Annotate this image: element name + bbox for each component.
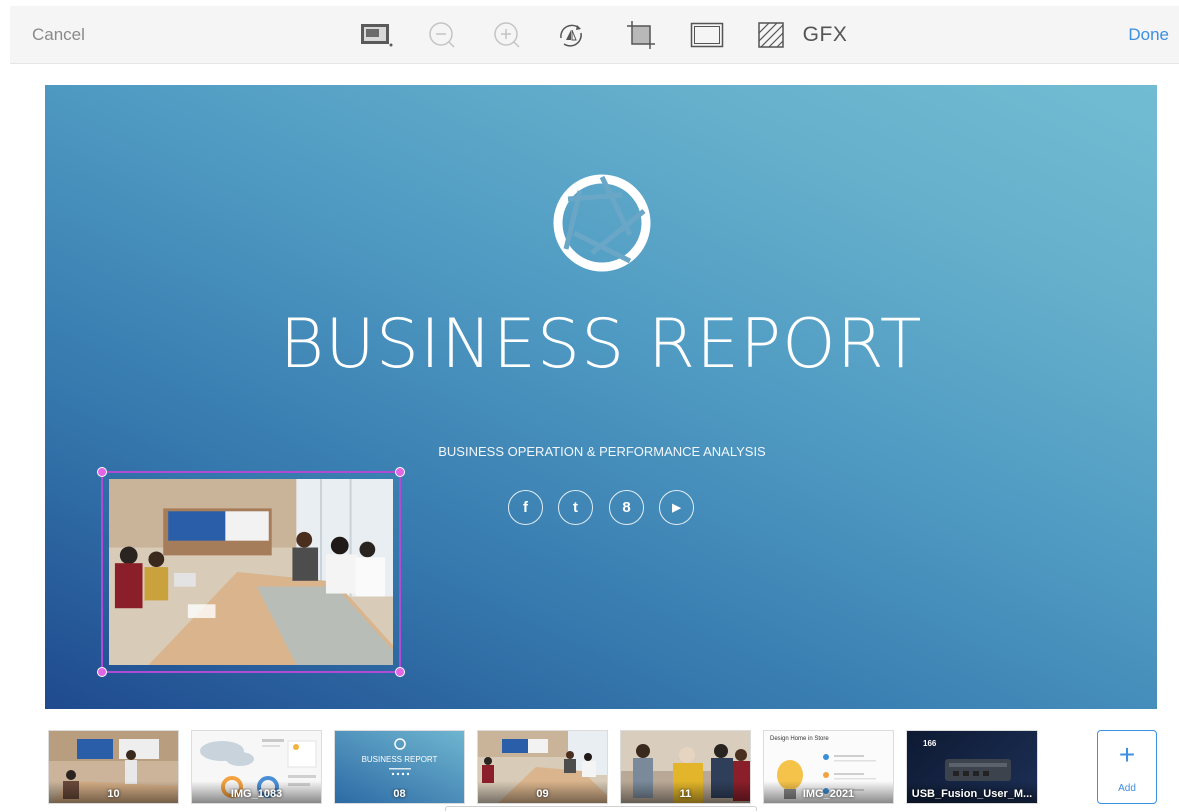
thumbnail-label: IMG_1083 <box>230 788 283 800</box>
slide-layout-icon[interactable] <box>360 18 394 52</box>
thumbnail-11[interactable]: 11 <box>620 730 751 804</box>
thumbnail-img-1083[interactable]: IMG_1083 <box>191 730 322 804</box>
twitter-icon[interactable]: t <box>558 490 593 525</box>
thumbnail-label: 09 <box>536 788 549 800</box>
thumbnail-label: USB_Fusion_User_M... <box>911 788 1033 800</box>
youtube-icon[interactable]: ▶ <box>659 490 694 525</box>
report-logo-icon <box>553 174 651 272</box>
resize-handle-top-right[interactable] <box>395 467 405 477</box>
thumbnail-stat-number: 166 <box>923 739 937 748</box>
done-button[interactable]: Done <box>1128 25 1169 45</box>
fill-pattern-icon[interactable] <box>754 18 788 52</box>
thumbnail-09[interactable]: 09 <box>477 730 608 804</box>
zoom-out-icon[interactable] <box>425 18 459 52</box>
add-label: Add <box>1118 783 1136 794</box>
resize-handle-bottom-right[interactable] <box>395 667 405 677</box>
meeting-photo[interactable] <box>109 479 393 665</box>
thumbnail-label: IMG_2021 <box>802 788 855 800</box>
top-toolbar: Cancel GFX Done <box>10 6 1179 64</box>
thumbnail-img-2021[interactable]: Design Home in Store IMG_2021 <box>763 730 894 804</box>
selected-photo-frame[interactable] <box>97 467 405 677</box>
thumbnail-08[interactable]: BUSINESS REPORT 08 <box>334 730 465 804</box>
toolbar-tools: GFX <box>10 6 1179 63</box>
thumbnail-label: 10 <box>107 788 120 800</box>
zoom-in-icon[interactable] <box>490 18 524 52</box>
thumbnail-usb-fusion[interactable]: 166 USB_Fusion_User_M... <box>906 730 1038 804</box>
gfx-button[interactable]: GFX <box>800 18 850 52</box>
resize-handle-bottom-left[interactable] <box>97 667 107 677</box>
google-plus-icon[interactable]: 8 <box>609 490 644 525</box>
thumbnail-slide-title: BUSINESS REPORT <box>361 755 438 764</box>
frame-icon[interactable] <box>690 18 724 52</box>
thumbnail-label: 08 <box>393 788 406 800</box>
home-indicator <box>445 806 757 811</box>
facebook-icon[interactable]: f <box>508 490 543 525</box>
thumbnail-label: 11 <box>679 788 692 800</box>
crop-icon[interactable] <box>624 18 658 52</box>
thumbnail-design-title: Design Home in Store <box>770 736 829 742</box>
plus-icon: + <box>1118 739 1136 770</box>
rotate-icon[interactable] <box>554 18 588 52</box>
resize-handle-top-left[interactable] <box>97 467 107 477</box>
slide-subtitle[interactable]: BUSINESS OPERATION & PERFORMANCE ANALYSI… <box>425 444 779 459</box>
slide-title[interactable]: BUSINESS REPORT <box>45 305 1157 384</box>
thumbnail-10[interactable]: 10 <box>48 730 179 804</box>
slide-canvas[interactable]: BUSINESS REPORT BUSINESS OPERATION & PER… <box>45 85 1157 709</box>
add-slide-button[interactable]: + Add <box>1097 730 1157 804</box>
